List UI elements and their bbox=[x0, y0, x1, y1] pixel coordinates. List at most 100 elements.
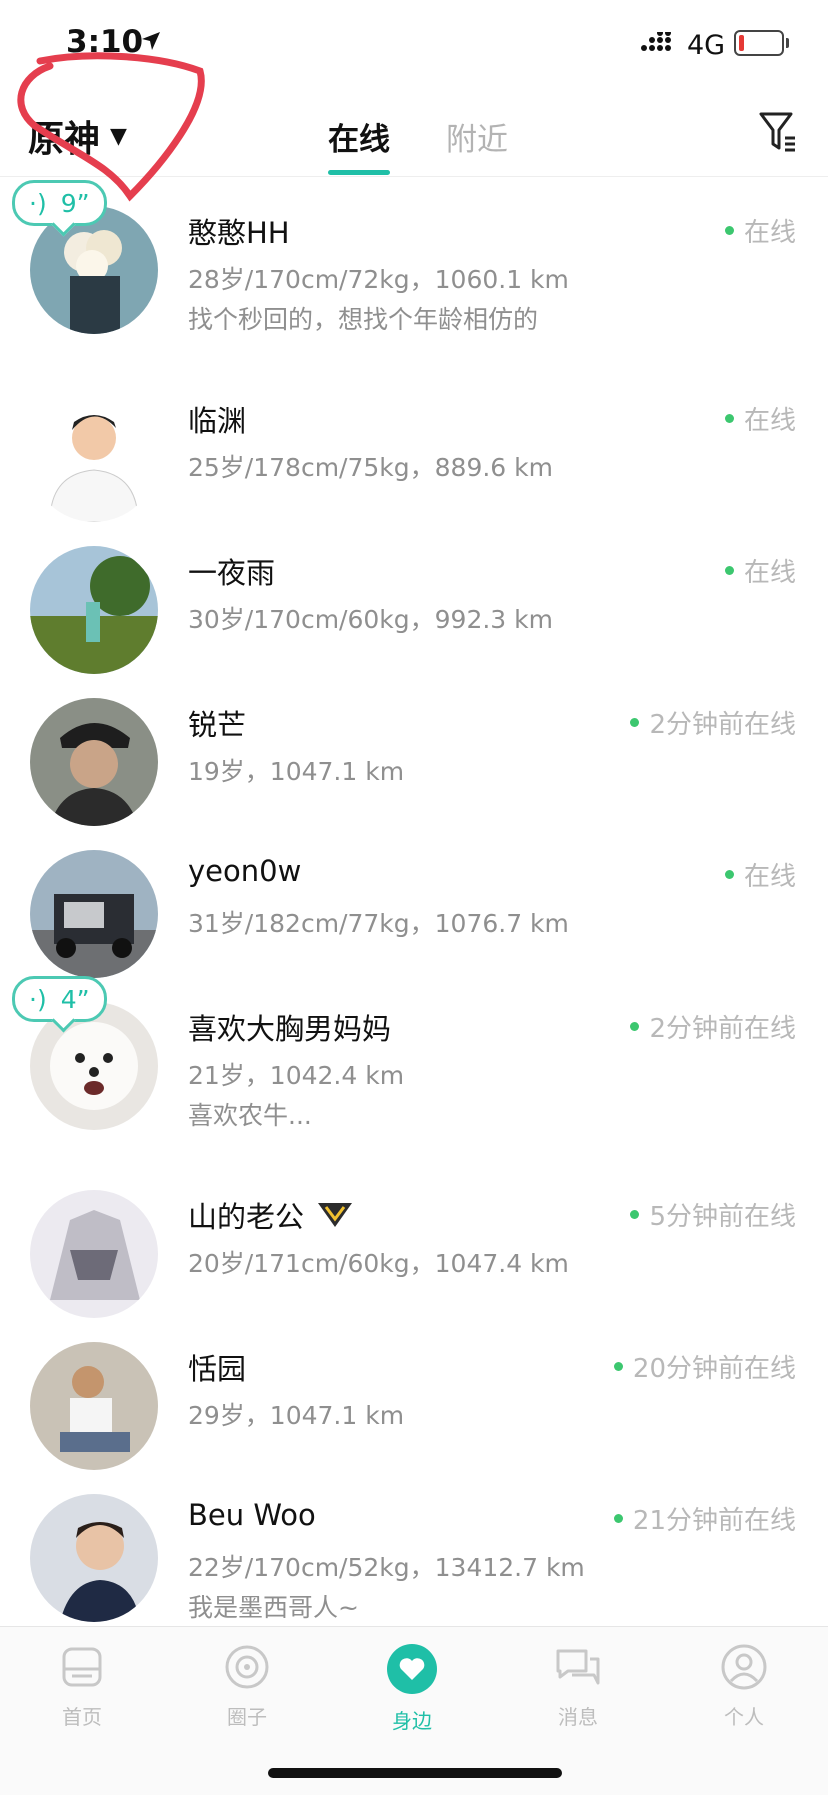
user-name: 一夜雨 bbox=[188, 556, 276, 590]
filter-icon[interactable] bbox=[758, 110, 798, 154]
sound-wave-icon: ·) bbox=[29, 188, 47, 218]
voice-duration: 4” bbox=[60, 984, 90, 1014]
online-dot bbox=[724, 414, 734, 423]
status-text: 在线 bbox=[743, 862, 796, 892]
status-text: 在线 bbox=[743, 218, 796, 248]
list-item-user-7[interactable]: 山的老公 20岁/171cm/60kg，1047.4 km 5分钟前在线 bbox=[0, 1160, 828, 1318]
active-tab-indicator bbox=[328, 170, 390, 175]
user-stats: 25岁/178cm/75kg，889.6 km bbox=[188, 453, 553, 482]
circle-icon bbox=[225, 1645, 269, 1689]
online-dot bbox=[724, 226, 734, 235]
online-status: 20分钟前在线 bbox=[613, 1348, 796, 1385]
tab-home[interactable]: 首页 bbox=[27, 1643, 137, 1730]
online-status: 2分钟前在线 bbox=[630, 704, 796, 741]
tab-label: 身边 bbox=[392, 1709, 432, 1733]
online-status: 在线 bbox=[724, 552, 796, 589]
list-item-user-2[interactable]: 临渊 25岁/178cm/75kg，889.6 km 在线 bbox=[0, 364, 828, 522]
network-type: 4G bbox=[687, 30, 726, 61]
online-dot bbox=[613, 1514, 623, 1523]
status-text: 2分钟前在线 bbox=[649, 710, 796, 740]
online-dot bbox=[630, 718, 640, 727]
status-bar: 3:10 4G bbox=[0, 0, 828, 86]
list-item-user-9[interactable]: Beu Woo 22岁/170cm/52kg，13412.7 km 我是墨西哥人… bbox=[0, 1464, 828, 1652]
tab-label: 圈子 bbox=[227, 1705, 267, 1729]
user-stats: 30岁/170cm/60kg，992.3 km bbox=[188, 605, 553, 634]
tab-online[interactable]: 在线 bbox=[328, 114, 390, 175]
user-name: yeon0w bbox=[188, 854, 302, 888]
online-dot bbox=[630, 1210, 640, 1219]
voice-intro-badge[interactable]: ·) 9” bbox=[12, 180, 107, 226]
user-stats: 20岁/171cm/60kg，1047.4 km bbox=[188, 1249, 569, 1278]
user-name: Beu Woo bbox=[188, 1498, 316, 1532]
tab-online-label: 在线 bbox=[328, 122, 390, 158]
location-arrow-icon bbox=[142, 32, 160, 50]
user-name: 恬园 bbox=[188, 1352, 247, 1386]
sound-wave-icon: ·) bbox=[29, 984, 47, 1014]
avatar[interactable] bbox=[30, 1494, 158, 1622]
list-item-user-1[interactable]: ·) 9” 憨憨HH 28岁/170cm/72kg，1060.1 km 找个秒回… bbox=[0, 176, 828, 364]
top-header: 原神 ▼ 在线 附近 bbox=[0, 52, 828, 202]
avatar[interactable] bbox=[30, 850, 158, 978]
user-bio: 找个秒回的，想找个年龄相仿的 bbox=[188, 305, 539, 334]
list-item-user-6[interactable]: ·) 4” 喜欢大胸男妈妈 21岁，1042.4 km 喜欢农牛... 2分钟前… bbox=[0, 972, 828, 1160]
list-item-user-8[interactable]: 恬园 29岁，1047.1 km 20分钟前在线 bbox=[0, 1312, 828, 1470]
avatar[interactable] bbox=[30, 394, 158, 522]
battery-icon bbox=[734, 30, 789, 56]
avatar[interactable] bbox=[30, 1190, 158, 1318]
user-name: 喜欢大胸男妈妈 bbox=[188, 1012, 392, 1046]
user-name-text: 山的老公 bbox=[188, 1200, 305, 1234]
tab-nearby-people[interactable]: 身边 bbox=[357, 1643, 467, 1734]
caret-down-icon: ▼ bbox=[110, 123, 127, 149]
tab-messages[interactable]: 消息 bbox=[523, 1643, 633, 1730]
online-status: 在线 bbox=[724, 856, 796, 893]
status-text: 2分钟前在线 bbox=[649, 1014, 796, 1044]
user-name: 临渊 bbox=[188, 404, 247, 438]
game-selector[interactable]: 原神 ▼ bbox=[28, 110, 127, 162]
online-status: 在线 bbox=[724, 212, 796, 249]
online-dot bbox=[724, 870, 734, 879]
signal-icon bbox=[641, 32, 671, 51]
status-text: 20分钟前在线 bbox=[632, 1354, 796, 1384]
online-status: 5分钟前在线 bbox=[630, 1196, 796, 1233]
home-icon bbox=[62, 1647, 102, 1687]
user-stats: 31岁/182cm/77kg，1076.7 km bbox=[188, 909, 569, 938]
online-dot bbox=[724, 566, 734, 575]
status-time: 3:10 bbox=[66, 24, 144, 60]
user-bio: 喜欢农牛... bbox=[188, 1101, 312, 1130]
person-icon bbox=[721, 1644, 767, 1690]
tab-nearby-label: 附近 bbox=[446, 122, 508, 158]
user-name: 山的老公 bbox=[188, 1194, 354, 1236]
tab-nearby[interactable]: 附近 bbox=[446, 114, 508, 159]
heart-icon bbox=[387, 1644, 437, 1694]
voice-intro-badge[interactable]: ·) 4” bbox=[12, 976, 107, 1022]
user-list: ·) 9” 憨憨HH 28岁/170cm/72kg，1060.1 km 找个秒回… bbox=[0, 176, 828, 1652]
user-stats: 19岁，1047.1 km bbox=[188, 757, 405, 786]
tab-label: 首页 bbox=[62, 1705, 102, 1729]
game-selector-label: 原神 bbox=[28, 119, 101, 160]
chat-icon bbox=[556, 1649, 600, 1685]
online-status: 在线 bbox=[724, 400, 796, 437]
home-indicator[interactable] bbox=[268, 1768, 562, 1778]
user-stats: 29岁，1047.1 km bbox=[188, 1401, 405, 1430]
user-bio: 我是墨西哥人~ bbox=[188, 1593, 359, 1622]
tab-label: 个人 bbox=[724, 1705, 764, 1729]
status-text: 5分钟前在线 bbox=[649, 1202, 796, 1232]
vip-badge-icon bbox=[318, 1203, 353, 1227]
avatar[interactable] bbox=[30, 546, 158, 674]
tab-profile[interactable]: 个人 bbox=[689, 1643, 799, 1730]
online-status: 2分钟前在线 bbox=[630, 1008, 796, 1045]
user-stats: 28岁/170cm/72kg，1060.1 km bbox=[188, 265, 569, 294]
user-name: 憨憨HH bbox=[188, 216, 290, 250]
avatar[interactable] bbox=[30, 698, 158, 826]
list-item-user-5[interactable]: yeon0w 31岁/182cm/77kg，1076.7 km 在线 bbox=[0, 820, 828, 978]
list-item-user-3[interactable]: 一夜雨 30岁/170cm/60kg，992.3 km 在线 bbox=[0, 516, 828, 674]
user-name: 锐芒 bbox=[188, 708, 247, 742]
user-stats: 22岁/170cm/52kg，13412.7 km bbox=[188, 1553, 585, 1582]
avatar[interactable] bbox=[30, 1342, 158, 1470]
tab-circle[interactable]: 圈子 bbox=[192, 1643, 302, 1730]
list-item-user-4[interactable]: 锐芒 19岁，1047.1 km 2分钟前在线 bbox=[0, 668, 828, 826]
voice-duration: 9” bbox=[60, 188, 90, 218]
online-dot bbox=[613, 1362, 623, 1371]
online-dot bbox=[630, 1022, 640, 1031]
status-text: 在线 bbox=[743, 558, 796, 588]
